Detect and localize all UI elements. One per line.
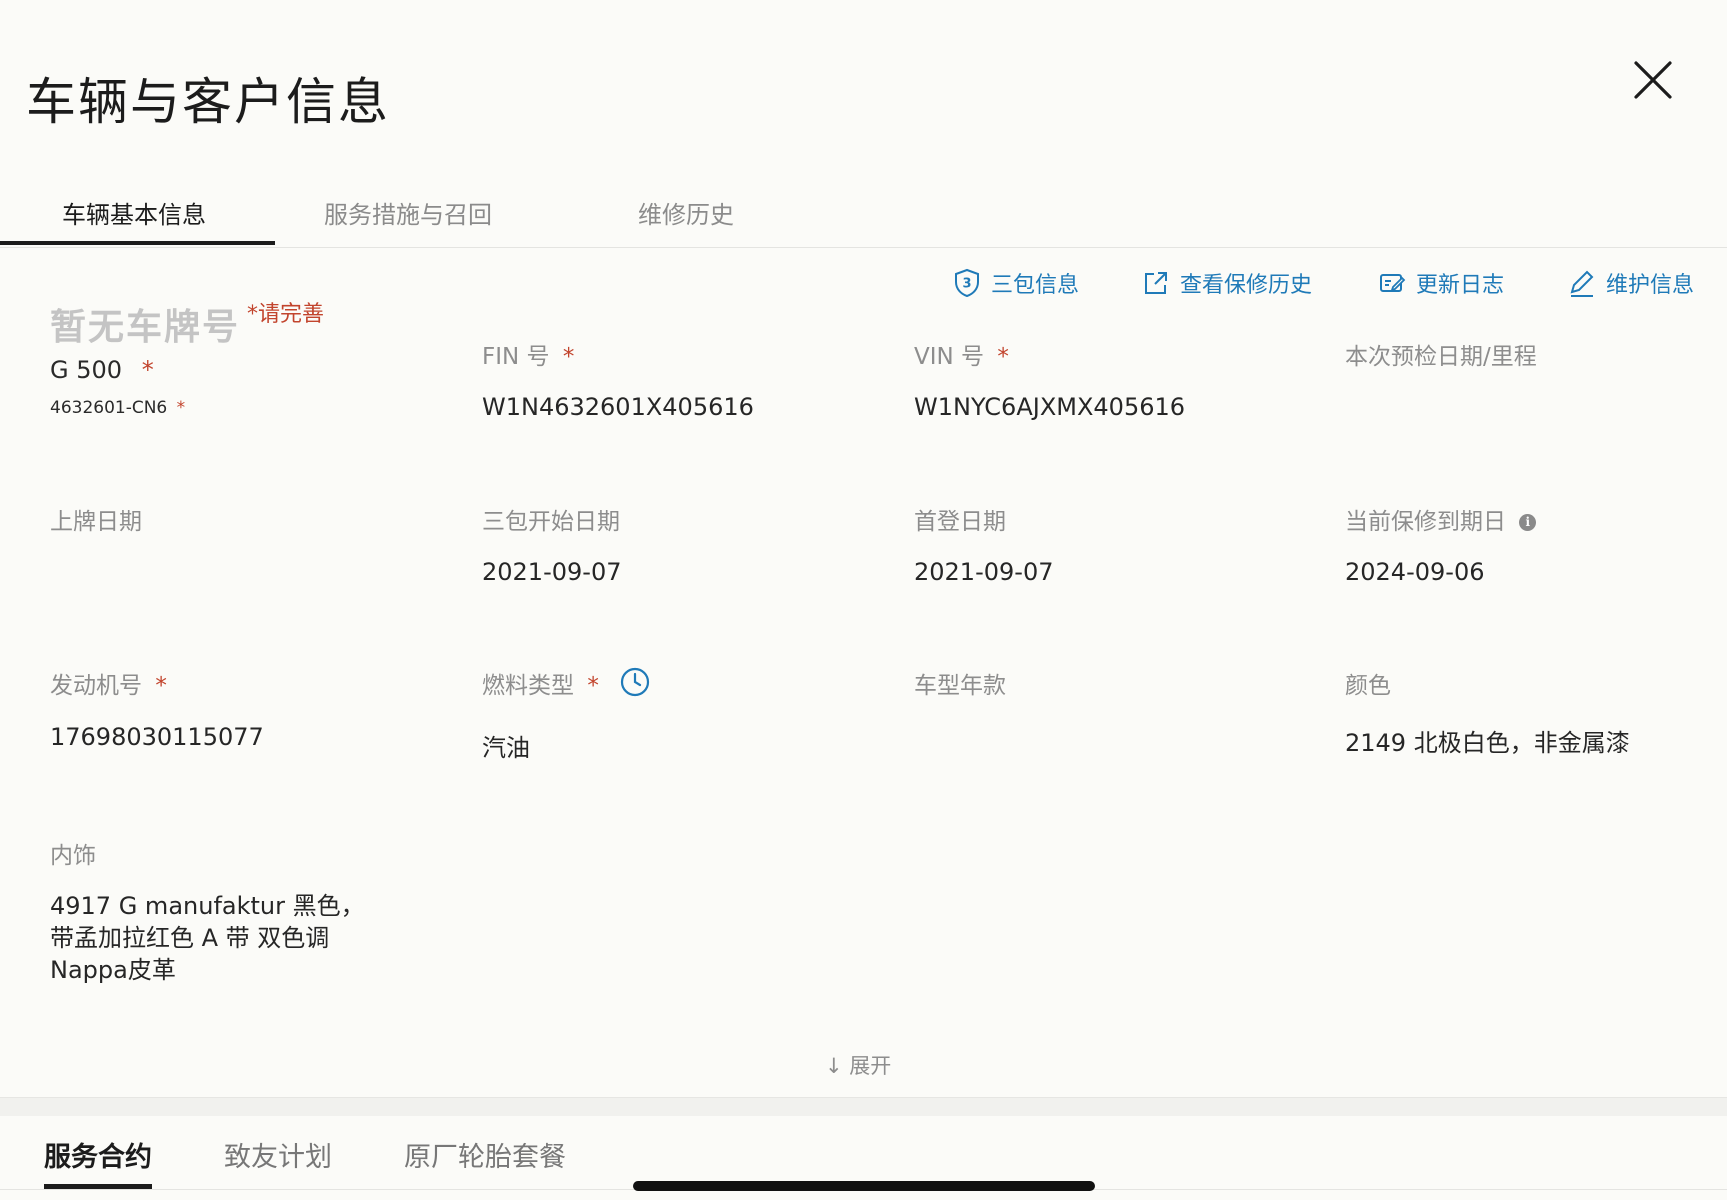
plate-required-hint: *请完善 xyxy=(247,302,325,327)
engine-no-value: 17698030115077 xyxy=(50,723,264,751)
warranty-end-label: 当前保修到期日 i xyxy=(1345,502,1537,536)
info-icon[interactable]: i xyxy=(1519,514,1537,531)
color-value: 2149 北极白色，非金属漆 xyxy=(1345,729,1630,757)
bottom-active-tab-indicator xyxy=(44,1184,152,1189)
registration-date-label: 上牌日期 xyxy=(50,509,142,535)
tab-service-measures-recall[interactable]: 服务措施与召回 xyxy=(324,195,492,245)
required-mark: * xyxy=(562,344,575,370)
required-mark: * xyxy=(176,398,186,418)
shield-3-icon: 3 xyxy=(955,268,979,298)
warranty-info-link[interactable]: 3 三包信息 xyxy=(953,266,1079,300)
tab-vehicle-basic-info[interactable]: 车辆基本信息 xyxy=(62,195,206,245)
vin-label-text: VIN 号 xyxy=(914,344,985,370)
fuel-type-value: 汽油 xyxy=(482,734,530,762)
required-mark: * xyxy=(587,673,599,699)
tab-oem-tire-package[interactable]: 原厂轮胎套餐 xyxy=(404,1135,566,1174)
color-label: 颜色 xyxy=(1345,673,1391,699)
view-warranty-history-label: 查看保修历史 xyxy=(1180,273,1313,298)
fin-label-text: FIN 号 xyxy=(482,344,550,370)
fuel-history-button[interactable] xyxy=(619,666,651,702)
required-mark: * xyxy=(997,344,1009,370)
fin-label: FIN 号 * xyxy=(482,337,574,371)
maintenance-info-link[interactable]: 维护信息 xyxy=(1568,266,1694,300)
warranty-end-value: 2024-09-06 xyxy=(1345,558,1485,586)
fuel-type-label-text: 燃料类型 xyxy=(482,673,574,699)
vin-label: VIN 号 * xyxy=(914,337,1009,371)
warranty-end-label-text: 当前保修到期日 xyxy=(1345,509,1506,535)
required-mark: * xyxy=(155,673,167,699)
inspection-label: 本次预检日期/里程 xyxy=(1345,344,1537,370)
interior-label: 内饰 xyxy=(50,843,96,869)
clock-icon xyxy=(620,667,650,697)
vehicle-model-value: G 500 xyxy=(50,356,123,384)
update-log-link[interactable]: 更新日志 xyxy=(1378,266,1504,300)
vehicle-model: G 500 * xyxy=(50,356,154,384)
vehicle-model-code: 4632601-CN6 * xyxy=(50,398,185,418)
required-mark: * xyxy=(141,356,154,384)
warranty-start-value: 2021-09-07 xyxy=(482,558,622,586)
fuel-type-label: 燃料类型 * xyxy=(482,666,599,700)
tab-friend-plan[interactable]: 致友计划 xyxy=(224,1135,332,1174)
close-icon xyxy=(1634,61,1672,99)
vin-value: W1NYC6AJXMX405616 xyxy=(914,393,1186,421)
maintenance-info-label: 维护信息 xyxy=(1606,273,1695,298)
close-button[interactable] xyxy=(1628,55,1678,105)
fin-value: W1N4632601X405616 xyxy=(482,393,754,421)
engine-no-label-text: 发动机号 xyxy=(50,673,142,699)
external-link-icon xyxy=(1145,272,1167,294)
tab-service-contract[interactable]: 服务合约 xyxy=(44,1135,152,1174)
model-year-label: 车型年款 xyxy=(914,673,1006,699)
license-plate[interactable]: 暂无车牌号 xyxy=(50,298,240,350)
tab-repair-history[interactable]: 维修历史 xyxy=(638,195,734,245)
section-divider xyxy=(0,1097,1727,1116)
interior-value: 4917 G manufaktur 黑色，带孟加拉红色 A 带 双色调Nappa… xyxy=(50,892,365,984)
warranty-info-label: 三包信息 xyxy=(991,273,1080,298)
view-warranty-history-link[interactable]: 查看保修历史 xyxy=(1142,266,1312,300)
warranty-start-label: 三包开始日期 xyxy=(482,509,620,535)
vehicle-model-code-value: 4632601-CN6 xyxy=(50,398,168,418)
home-indicator[interactable] xyxy=(633,1181,1095,1191)
first-registration-label: 首登日期 xyxy=(914,509,1006,535)
expand-button[interactable]: ↓ 展开 xyxy=(825,1050,891,1080)
page-title: 车辆与客户信息 xyxy=(26,73,390,131)
first-registration-value: 2021-09-07 xyxy=(914,558,1054,586)
svg-text:3: 3 xyxy=(962,277,971,292)
engine-no-label: 发动机号 * xyxy=(50,666,167,700)
pencil-icon xyxy=(1570,270,1594,297)
update-log-label: 更新日志 xyxy=(1416,273,1505,298)
active-tab-indicator xyxy=(0,241,275,245)
edit-log-icon xyxy=(1380,274,1406,292)
